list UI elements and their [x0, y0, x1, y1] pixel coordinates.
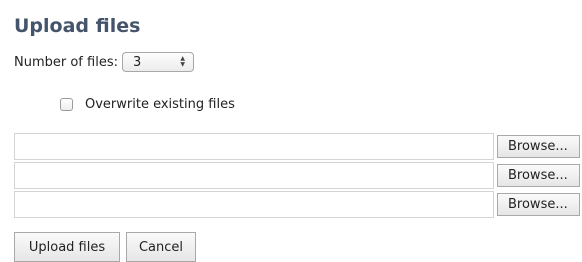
cancel-button[interactable]: Cancel: [126, 232, 196, 262]
dialog-actions: Upload files Cancel: [14, 232, 202, 262]
select-updown-icon: ▲ ▼: [180, 55, 185, 68]
file-count-row: Number of files: 3 ▲ ▼: [14, 50, 194, 74]
file-row: Browse...: [14, 133, 582, 160]
overwrite-label[interactable]: Overwrite existing files: [85, 97, 235, 112]
file-row: Browse...: [14, 162, 582, 189]
file-count-label: Number of files:: [14, 54, 118, 70]
overwrite-row: Overwrite existing files: [60, 93, 235, 115]
file-row: Browse...: [14, 191, 582, 218]
file-path-field[interactable]: [14, 133, 494, 160]
upload-files-button[interactable]: Upload files: [14, 232, 120, 262]
file-path-field[interactable]: [14, 191, 494, 218]
browse-button[interactable]: Browse...: [497, 135, 580, 158]
upload-files-panel: Upload files Number of files: 3 ▲ ▼ Overw…: [0, 0, 582, 262]
overwrite-checkbox[interactable]: [60, 97, 73, 111]
file-count-value: 3: [132, 54, 142, 70]
browse-button[interactable]: Browse...: [497, 164, 580, 187]
dialog-title: Upload files: [14, 15, 141, 37]
file-path-field[interactable]: [14, 162, 494, 189]
file-count-select[interactable]: 3 ▲ ▼: [121, 52, 194, 72]
browse-button[interactable]: Browse...: [497, 193, 580, 216]
